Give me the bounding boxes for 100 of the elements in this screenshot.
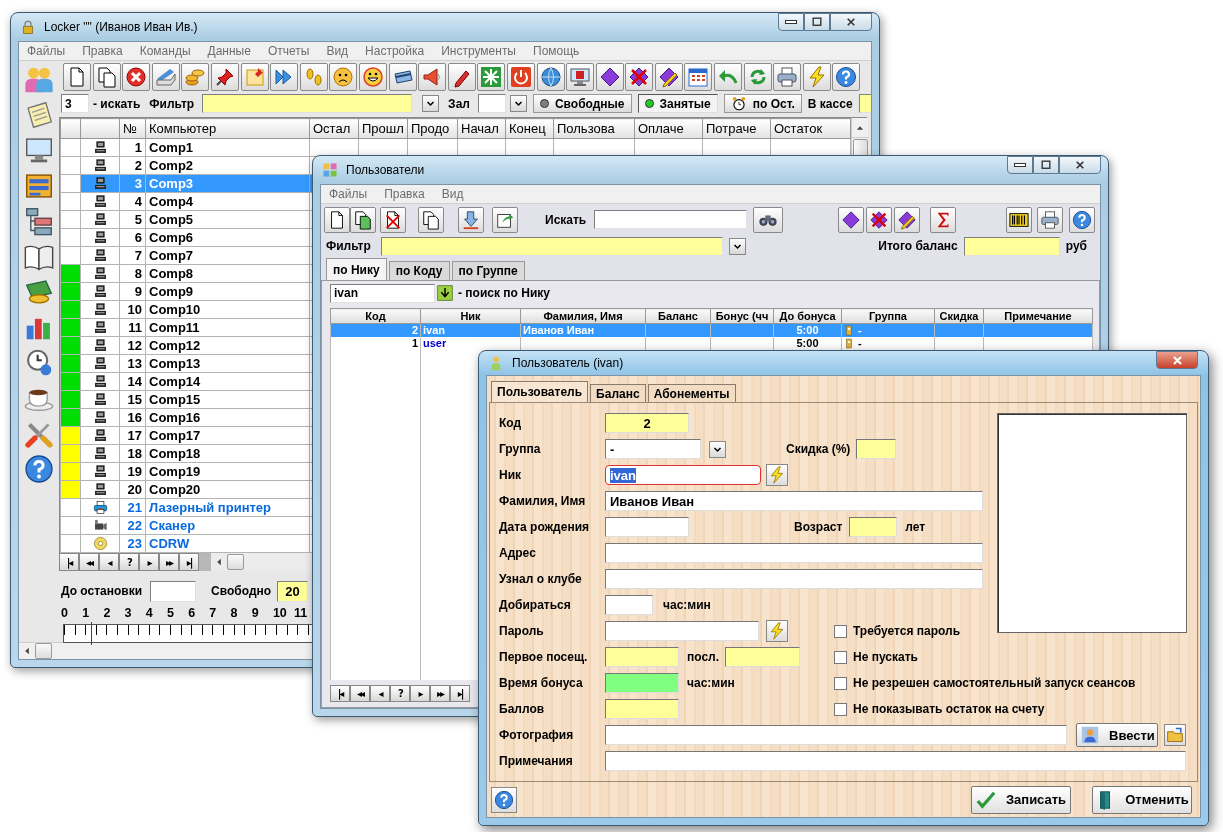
menu-item[interactable]: Данные <box>207 44 251 58</box>
tab[interactable]: Пользователь <box>491 381 589 402</box>
address-field[interactable] <box>605 543 983 563</box>
navigator-button[interactable]: ? <box>390 684 410 702</box>
dropdown-button[interactable] <box>509 95 527 112</box>
filter-toggle[interactable]: Занятые <box>637 94 718 113</box>
toolbar-button[interactable] <box>625 63 654 91</box>
toolbar-button[interactable] <box>838 206 864 233</box>
minimize-button[interactable] <box>778 13 804 31</box>
count-field[interactable]: 3 <box>61 94 89 113</box>
scroll-thumb[interactable] <box>35 643 52 659</box>
navigator-button[interactable]: ▸| <box>450 684 470 702</box>
source-field[interactable] <box>605 569 983 589</box>
navigator-button[interactable]: ▸| <box>179 553 199 571</box>
menu-item[interactable]: Правка <box>384 187 425 201</box>
menu-item[interactable]: Файлы <box>329 187 368 201</box>
points-field[interactable] <box>605 699 679 719</box>
find-button[interactable] <box>753 206 784 233</box>
toolbar-button[interactable] <box>447 63 476 91</box>
toolbar-button[interactable] <box>1037 206 1063 233</box>
close-button[interactable] <box>1059 156 1101 174</box>
close-button[interactable] <box>1156 351 1198 369</box>
menu-item[interactable]: Правка <box>82 44 123 58</box>
menu-item[interactable]: Настройка <box>365 44 425 58</box>
open-folder-button[interactable] <box>1164 724 1186 746</box>
toolbar-button[interactable] <box>536 63 565 91</box>
checkbox[interactable] <box>834 676 847 690</box>
notes-field[interactable] <box>605 751 1186 771</box>
travel-time-field[interactable] <box>605 595 653 615</box>
bonus-time-field[interactable] <box>605 673 679 693</box>
toolbar-button[interactable] <box>210 63 239 91</box>
toolbar-button[interactable] <box>866 206 892 233</box>
navigator-button[interactable]: ◂◂ <box>79 553 99 571</box>
toolbar-button[interactable] <box>492 206 518 233</box>
menu-item[interactable]: Отчеты <box>267 44 310 58</box>
dropdown-button[interactable] <box>422 95 440 112</box>
tab[interactable]: по Коду <box>388 261 450 280</box>
hall-field[interactable] <box>477 94 506 113</box>
save-button[interactable]: Записать <box>971 785 1071 814</box>
photo-path-field[interactable] <box>605 725 1067 745</box>
password-field[interactable] <box>605 621 759 641</box>
remaining-button[interactable]: по Ост. <box>723 94 802 113</box>
checkbox[interactable] <box>834 624 847 638</box>
stop-field[interactable] <box>150 580 197 602</box>
menu-item[interactable]: Помощь <box>533 44 580 58</box>
code-field[interactable]: 2 <box>605 413 689 433</box>
navigator-button[interactable]: ▸▸ <box>159 553 179 571</box>
toolbar-button[interactable] <box>1069 206 1095 233</box>
tab[interactable]: по Группе <box>451 261 525 280</box>
table-row[interactable]: 1 user 5:00 - <box>330 336 1093 350</box>
search-button[interactable] <box>437 285 453 301</box>
toolbar-button[interactable] <box>380 206 406 233</box>
generate-button[interactable] <box>766 464 788 486</box>
tree-icon[interactable] <box>24 206 54 237</box>
menu-item[interactable]: Инструменты <box>441 44 516 58</box>
minimize-button[interactable] <box>1007 156 1033 174</box>
maximize-button[interactable] <box>804 13 830 31</box>
clock-icon[interactable] <box>24 347 54 378</box>
close-button[interactable] <box>830 13 872 31</box>
birth-date-field[interactable] <box>605 517 689 537</box>
filter-field[interactable] <box>202 94 413 113</box>
menu-item[interactable]: Команды <box>139 44 191 58</box>
help-icon[interactable] <box>24 454 54 484</box>
group-field[interactable]: - <box>605 439 701 459</box>
toolbar-button[interactable] <box>350 206 376 233</box>
nick-search-field[interactable]: ivan <box>330 283 435 303</box>
generate-button[interactable] <box>766 620 788 642</box>
toolbar-button[interactable] <box>595 63 624 91</box>
menu-item[interactable]: Вид <box>441 187 464 201</box>
toolbar-button[interactable] <box>358 63 387 91</box>
nick-field[interactable]: ivan <box>605 465 761 485</box>
first-visit-field[interactable] <box>605 647 679 667</box>
search-field[interactable] <box>594 210 748 229</box>
last-visit-field[interactable] <box>725 647 801 667</box>
navigator-button[interactable]: ▸▸ <box>430 684 450 702</box>
tab[interactable]: по Нику <box>326 258 387 280</box>
filter-toggle[interactable]: Свободные <box>532 94 632 113</box>
toolbar-button[interactable] <box>270 63 299 91</box>
age-field[interactable] <box>849 517 898 537</box>
navigator-button[interactable]: ◂◂ <box>350 684 370 702</box>
load-photo-button[interactable]: Ввести <box>1076 723 1158 747</box>
checkbox[interactable] <box>834 650 847 664</box>
navigator-button[interactable]: ▸ <box>139 553 159 571</box>
toolbar-button[interactable] <box>894 206 920 233</box>
menu-item[interactable]: Вид <box>326 44 349 58</box>
maximize-button[interactable] <box>1033 156 1059 174</box>
checkbox[interactable] <box>834 702 847 716</box>
toolbar-button[interactable] <box>1006 206 1032 233</box>
toolbar-button[interactable] <box>418 206 444 233</box>
navigator-button[interactable]: ◂ <box>370 684 390 702</box>
toolbar-button[interactable] <box>324 206 350 233</box>
dropdown-button[interactable] <box>709 440 726 458</box>
scroll-thumb[interactable] <box>227 554 244 570</box>
toolbar-button[interactable] <box>122 63 151 91</box>
discount-field[interactable] <box>856 439 897 459</box>
toolbar-button[interactable] <box>458 206 484 233</box>
navigator-button[interactable]: |◂ <box>59 553 79 571</box>
navigator-button[interactable]: ◂ <box>99 553 119 571</box>
help-button[interactable] <box>491 786 517 813</box>
toolbar-button[interactable] <box>832 63 861 91</box>
